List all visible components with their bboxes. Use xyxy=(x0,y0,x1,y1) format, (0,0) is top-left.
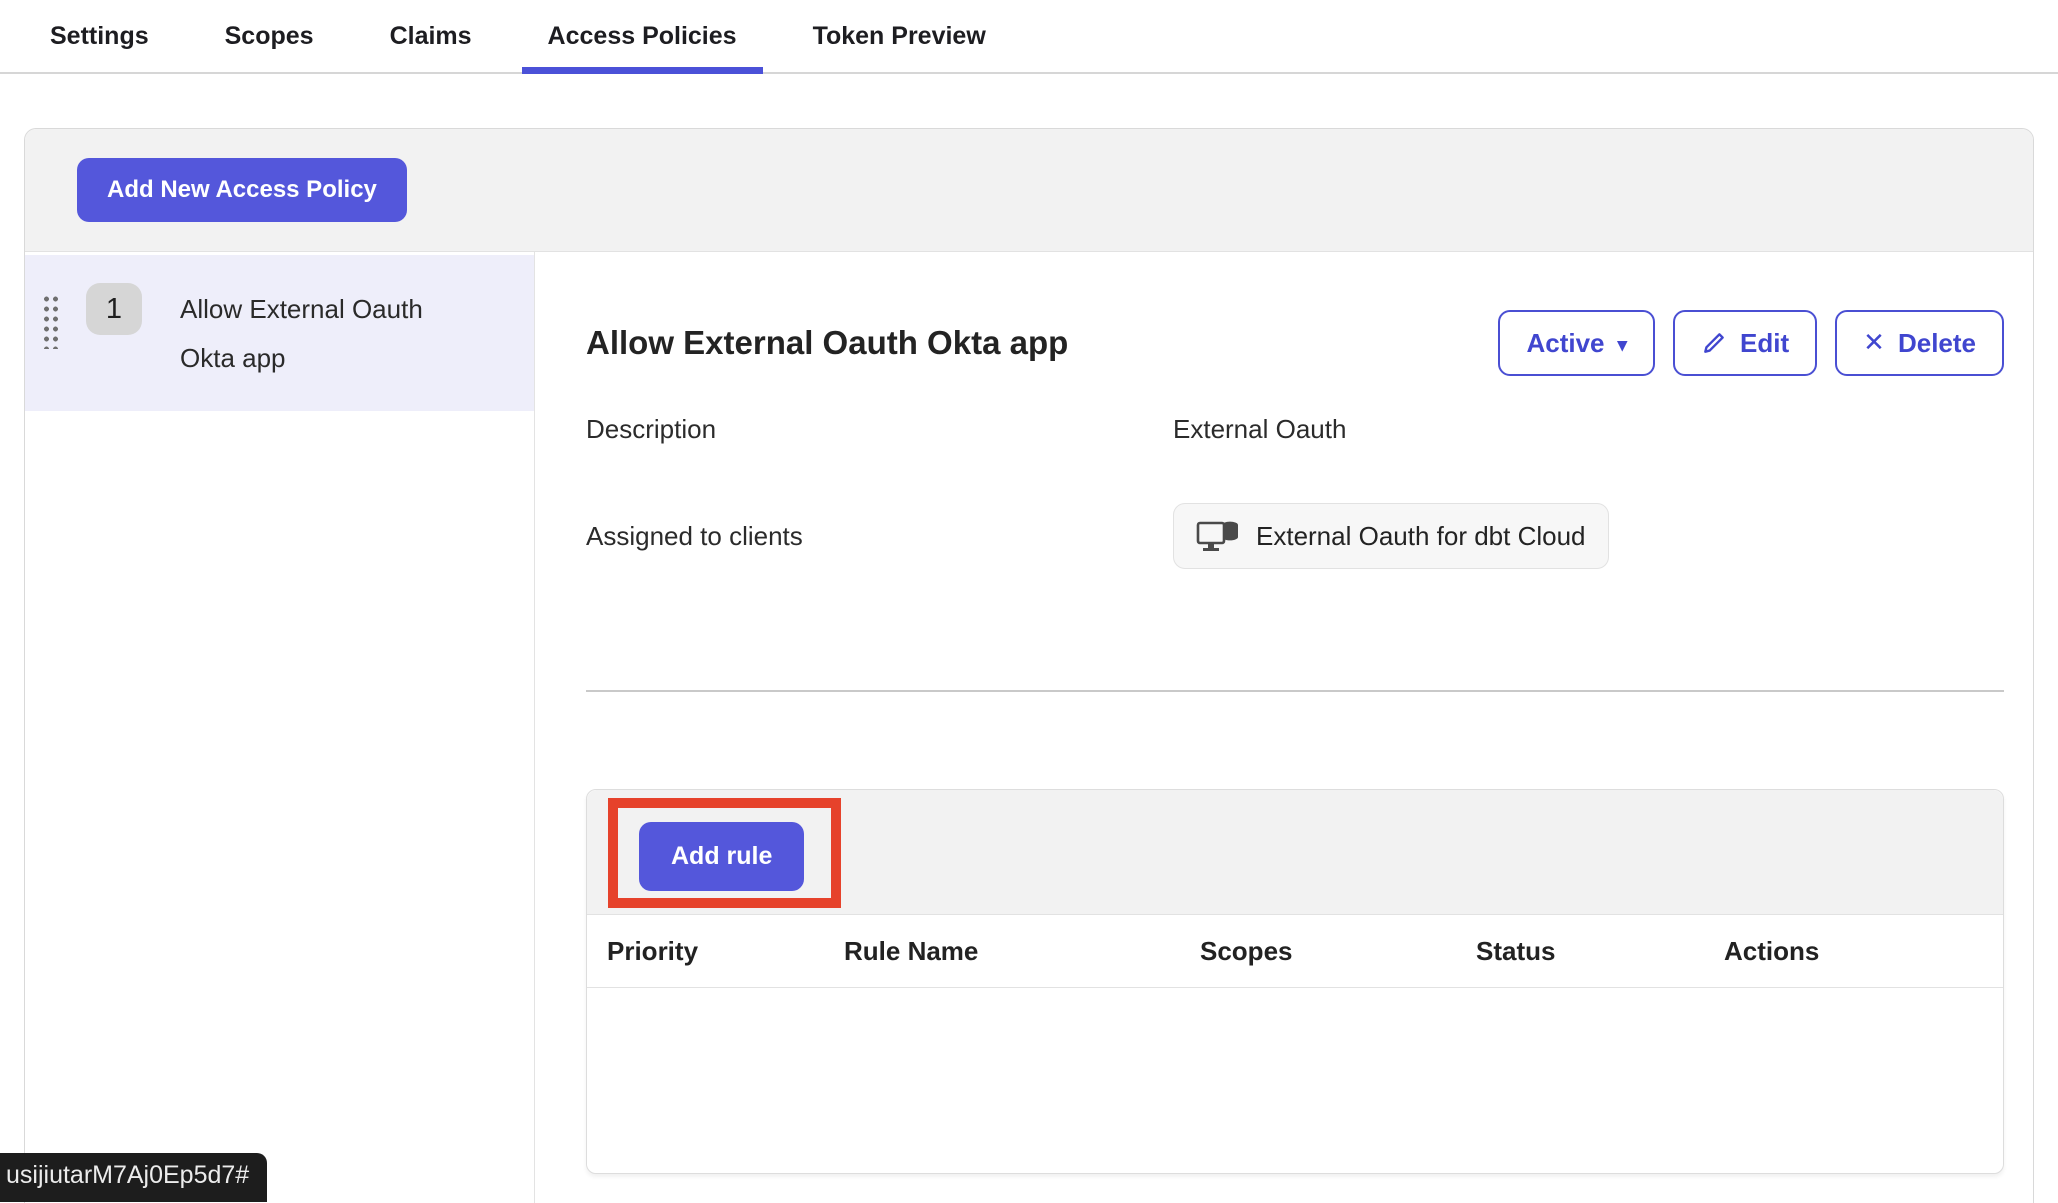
rules-header: Add rule xyxy=(587,790,2003,915)
rules-table-empty-body xyxy=(587,988,2003,1173)
add-rule-button[interactable]: Add rule xyxy=(639,822,804,891)
delete-button[interactable]: ✕ Delete xyxy=(1835,310,2004,376)
policy-order-badge: 1 xyxy=(86,283,142,335)
edit-button[interactable]: Edit xyxy=(1673,310,1817,376)
policy-detail: Allow External Oauth Okta app Active ▾ E… xyxy=(535,252,2033,1203)
link-preview-tooltip: usijiutarM7Aj0Ep5d7# xyxy=(0,1153,267,1202)
rules-card: Add rule Priority Rule Name Scopes Statu… xyxy=(586,789,2004,1174)
description-label: Description xyxy=(586,414,1173,445)
highlight-annotation: Add rule xyxy=(608,798,841,908)
column-header-priority: Priority xyxy=(587,936,844,967)
tab-token-preview[interactable]: Token Preview xyxy=(787,0,1012,72)
tab-claims[interactable]: Claims xyxy=(364,0,498,72)
description-value: External Oauth xyxy=(1173,414,1346,445)
edit-button-label: Edit xyxy=(1740,328,1789,359)
tab-settings[interactable]: Settings xyxy=(24,0,175,72)
pencil-icon xyxy=(1701,330,1727,356)
assigned-client-name: External Oauth for dbt Cloud xyxy=(1256,521,1586,552)
column-header-rule-name: Rule Name xyxy=(844,936,1200,967)
panel-header: Add New Access Policy xyxy=(25,129,2033,252)
client-app-icon xyxy=(1196,517,1242,555)
policy-title: Allow External Oauth Okta app xyxy=(586,324,1068,362)
policy-actions: Active ▾ Edit ✕ Delete xyxy=(1498,310,2004,376)
policy-name: Allow External Oauth Okta app xyxy=(180,285,470,383)
policy-list: 1 Allow External Oauth Okta app xyxy=(25,252,535,1203)
column-header-actions: Actions xyxy=(1724,936,2003,967)
chevron-down-icon: ▾ xyxy=(1618,334,1628,357)
active-status-dropdown[interactable]: Active ▾ xyxy=(1498,310,1655,376)
column-header-status: Status xyxy=(1476,936,1724,967)
tab-scopes[interactable]: Scopes xyxy=(199,0,340,72)
delete-button-label: Delete xyxy=(1898,328,1976,359)
close-icon: ✕ xyxy=(1863,327,1885,358)
tab-access-policies[interactable]: Access Policies xyxy=(522,0,763,72)
section-divider xyxy=(586,690,2004,692)
drag-handle-icon[interactable] xyxy=(41,293,58,349)
access-policies-panel: Add New Access Policy 1 Allow External O… xyxy=(24,128,2034,1203)
active-status-label: Active xyxy=(1526,328,1604,359)
rules-table-header: Priority Rule Name Scopes Status Actions xyxy=(587,915,2003,988)
column-header-scopes: Scopes xyxy=(1200,936,1476,967)
tab-bar: Settings Scopes Claims Access Policies T… xyxy=(0,0,2058,74)
assigned-clients-label: Assigned to clients xyxy=(586,521,1173,552)
add-new-access-policy-button[interactable]: Add New Access Policy xyxy=(77,158,407,222)
assigned-client-chip[interactable]: External Oauth for dbt Cloud xyxy=(1173,503,1609,569)
policy-list-item[interactable]: 1 Allow External Oauth Okta app xyxy=(25,255,534,411)
